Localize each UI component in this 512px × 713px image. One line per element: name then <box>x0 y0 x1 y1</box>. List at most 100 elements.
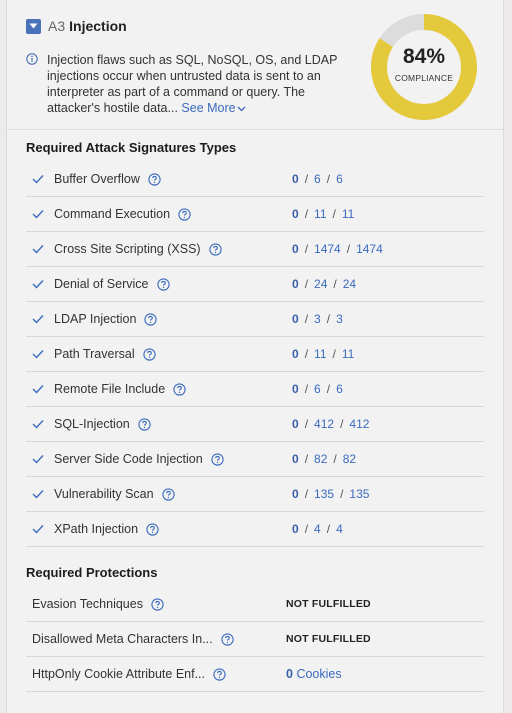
section-title: Injection <box>69 18 127 34</box>
separator: / <box>346 242 351 256</box>
see-more-link[interactable]: See More <box>181 101 246 115</box>
check-icon <box>32 454 48 464</box>
see-more-label: See More <box>181 101 236 115</box>
help-icon[interactable] <box>178 207 191 221</box>
signature-name: LDAP Injection <box>54 312 137 326</box>
signature-count-a: 0 <box>292 522 299 536</box>
signature-count-c: 135 <box>349 487 370 501</box>
signature-counts[interactable]: 0 / 412 / 412 <box>292 417 369 431</box>
signature-counts[interactable]: 0 / 6 / 6 <box>292 172 343 186</box>
separator: / <box>304 382 309 396</box>
signature-count-c: 6 <box>336 382 343 396</box>
separator: / <box>304 347 309 361</box>
signature-count-b: 6 <box>314 172 321 186</box>
signature-count-b: 3 <box>314 312 321 326</box>
separator: / <box>304 242 309 256</box>
check-icon <box>32 244 48 254</box>
separator: / <box>332 207 336 221</box>
signature-counts[interactable]: 0 / 82 / 82 <box>292 452 356 466</box>
separator: / <box>333 452 337 466</box>
help-icon[interactable] <box>151 597 164 611</box>
separator: / <box>304 452 309 466</box>
signature-count-a: 0 <box>292 417 299 431</box>
protection-name: HttpOnly Cookie Attribute Enf... <box>32 667 205 681</box>
check-icon <box>32 489 48 499</box>
signature-counts[interactable]: 0 / 4 / 4 <box>292 522 343 536</box>
signature-counts[interactable]: 0 / 11 / 11 <box>292 347 354 361</box>
cookie-unit: Cookies <box>296 667 342 681</box>
description-text: Injection flaws such as SQL, NoSQL, OS, … <box>47 52 347 116</box>
signature-name: Remote File Include <box>54 382 166 396</box>
check-icon <box>32 384 48 394</box>
signature-count-a: 0 <box>292 452 299 466</box>
separator: / <box>333 277 337 291</box>
cookies-link[interactable]: 0 Cookies <box>286 667 342 681</box>
signature-count-c: 1474 <box>356 242 383 256</box>
signature-count-a: 0 <box>292 207 299 221</box>
signature-row: Buffer Overflow 0 / 6 / 6 <box>26 162 484 197</box>
signature-row: Vulnerability Scan 0 / 135 / 135 <box>26 477 484 512</box>
help-icon[interactable] <box>161 487 175 501</box>
help-icon[interactable] <box>213 667 226 681</box>
signature-count-b: 11 <box>314 347 327 361</box>
signature-row: Cross Site Scripting (XSS) 0 / 1474 / 1474 <box>26 232 484 267</box>
help-icon[interactable] <box>144 312 158 326</box>
cookie-count: 0 <box>286 667 293 681</box>
help-icon[interactable] <box>156 277 170 291</box>
signature-count-b: 135 <box>314 487 335 501</box>
signature-count-b: 82 <box>314 452 328 466</box>
signature-name: Vulnerability Scan <box>54 487 154 501</box>
help-icon[interactable] <box>173 382 186 396</box>
help-icon[interactable] <box>146 522 159 536</box>
signature-name: SQL-Injection <box>54 417 130 431</box>
signature-counts[interactable]: 0 / 24 / 24 <box>292 277 356 291</box>
signature-counts[interactable]: 0 / 3 / 3 <box>292 312 343 326</box>
signature-row: Command Execution 0 / 11 / 11 <box>26 197 484 232</box>
chevron-down-icon <box>29 23 38 29</box>
check-icon <box>32 349 48 359</box>
signature-counts[interactable]: 0 / 1474 / 1474 <box>292 242 383 256</box>
help-icon[interactable] <box>220 632 234 646</box>
signature-count-a: 0 <box>292 382 299 396</box>
separator: / <box>326 522 331 536</box>
signature-count-b: 4 <box>314 522 321 536</box>
signature-count-c: 24 <box>342 277 357 291</box>
help-icon[interactable] <box>208 242 222 256</box>
protections-heading: Required Protections <box>26 565 158 580</box>
protection-name: Evasion Techniques <box>32 597 143 611</box>
help-icon[interactable] <box>138 417 151 431</box>
separator: / <box>340 487 344 501</box>
help-icon[interactable] <box>142 347 156 361</box>
check-icon <box>32 279 48 289</box>
signature-count-a: 0 <box>292 172 299 186</box>
check-icon <box>32 209 48 219</box>
signature-count-a: 0 <box>292 277 299 291</box>
signature-count-b: 11 <box>314 207 327 221</box>
check-icon <box>32 174 48 184</box>
signature-counts[interactable]: 0 / 135 / 135 <box>292 487 369 501</box>
compliance-gauge: 84% COMPLIANCE <box>369 12 479 122</box>
help-icon[interactable] <box>211 452 224 466</box>
separator: / <box>304 522 309 536</box>
check-icon <box>32 524 48 534</box>
signature-counts[interactable]: 0 / 6 / 6 <box>292 382 343 396</box>
signature-name: Command Execution <box>54 207 171 221</box>
signature-row: Path Traversal 0 / 11 / 11 <box>26 337 484 372</box>
separator: / <box>332 347 336 361</box>
protection-row: Disallowed Meta Characters In... NOT FULF… <box>26 622 484 657</box>
separator: / <box>326 312 331 326</box>
collapse-toggle-button[interactable] <box>26 18 41 34</box>
signature-count-c: 412 <box>349 417 370 431</box>
signature-count-b: 412 <box>314 417 335 431</box>
signature-count-b: 24 <box>314 277 328 291</box>
signature-row: Server Side Code Injection 0 / 82 / 82 <box>26 442 484 477</box>
signature-count-b: 6 <box>314 382 321 396</box>
signature-row: Denial of Service 0 / 24 / 24 <box>26 267 484 302</box>
signature-count-c: 6 <box>336 172 343 186</box>
signature-counts[interactable]: 0 / 11 / 11 <box>292 207 354 221</box>
signature-row: Remote File Include 0 / 6 / 6 <box>26 372 484 407</box>
help-icon[interactable] <box>148 172 161 186</box>
check-icon <box>32 419 48 429</box>
signature-count-c: 11 <box>341 347 355 361</box>
